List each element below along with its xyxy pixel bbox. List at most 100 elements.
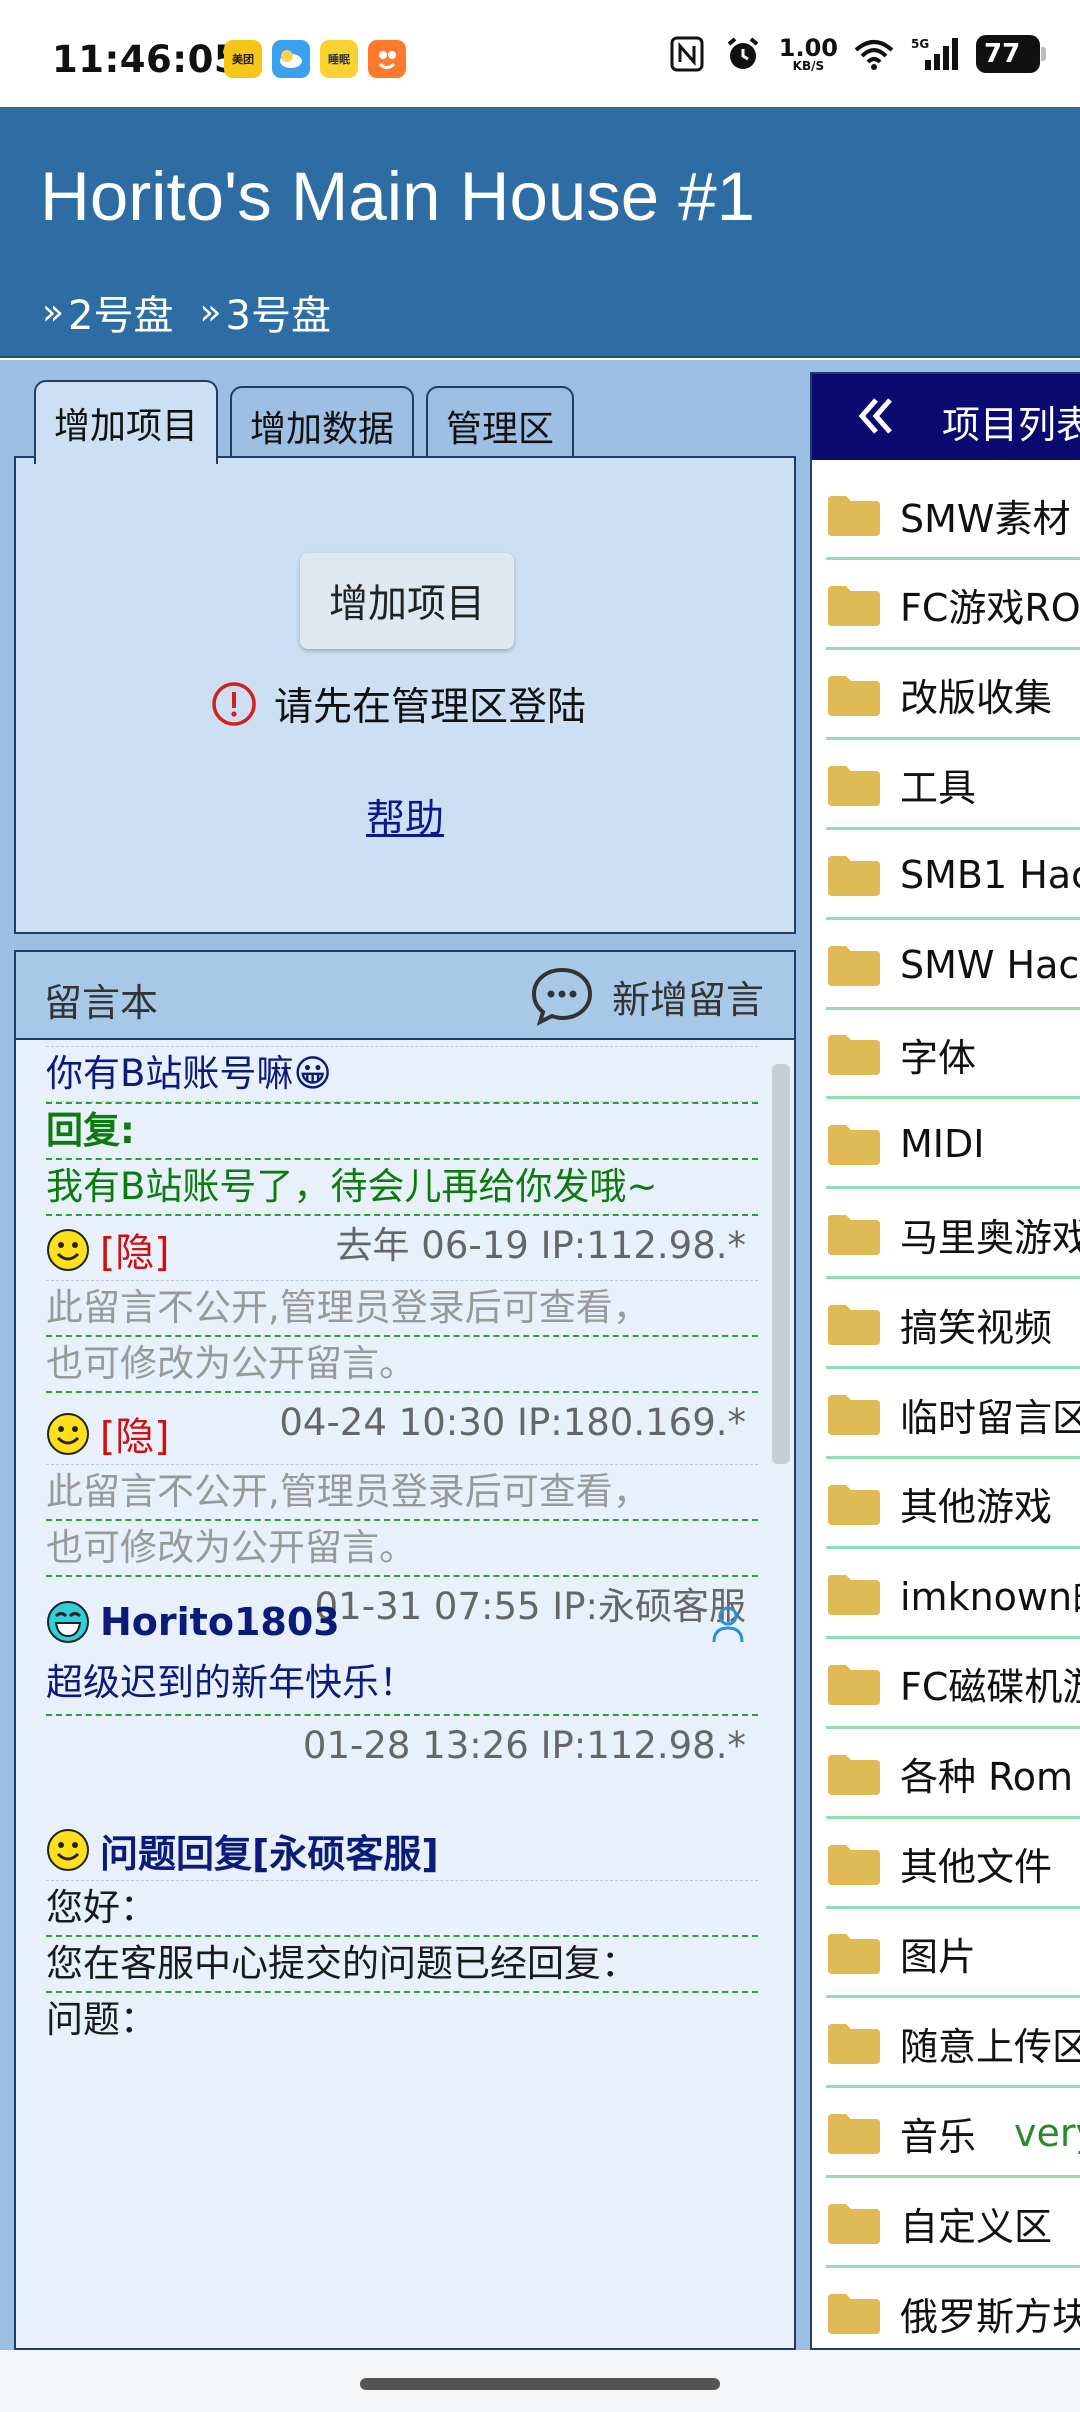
project-list-item[interactable]: imknown的: [826, 1549, 1080, 1639]
project-list-item[interactable]: 其他文件: [826, 1819, 1080, 1909]
project-item-tag: very: [1014, 2111, 1080, 2156]
folder-icon: [828, 1664, 880, 1705]
project-item-label: 自定义区: [900, 2204, 1053, 2249]
collapse-chevrons-icon[interactable]: [854, 394, 898, 438]
home-indicator[interactable]: [360, 2378, 720, 2390]
project-list-item[interactable]: MIDI: [826, 1099, 1080, 1190]
message-text: 此留言不公开,管理员登录后可查看，: [46, 1464, 758, 1521]
project-item-label: SMW Hac: [900, 942, 1080, 987]
folder-icon: [828, 1934, 880, 1975]
message-text: 也可修改为公开留言。: [46, 1521, 758, 1577]
tab-bar: 增加项目 增加数据 管理区: [34, 380, 575, 464]
folder-icon: [828, 1125, 880, 1166]
project-item-label: 马里奥游戏: [900, 1215, 1080, 1260]
project-list-item[interactable]: FC磁碟机游: [826, 1639, 1080, 1729]
message-text: 您好：: [46, 1880, 758, 1937]
project-item-label: 随意上传区: [900, 2024, 1080, 2069]
project-list-item[interactable]: 音乐 very: [826, 2088, 1080, 2179]
folder-icon: [828, 945, 880, 986]
tab-admin[interactable]: 管理区: [426, 386, 575, 463]
project-list-item[interactable]: 其他游戏: [826, 1459, 1080, 1549]
project-item-label: 改版收集: [900, 676, 1053, 721]
project-item-label: MIDI: [900, 1122, 985, 1167]
message-text: 此留言不公开,管理员登录后可查看，: [46, 1280, 758, 1337]
smiley-icon: [47, 1413, 89, 1455]
project-list-item[interactable]: 各种 Rom: [826, 1729, 1080, 1819]
project-list-item[interactable]: FC游戏RO: [826, 560, 1080, 650]
project-item-label: imknown的: [900, 1575, 1080, 1620]
chat-bubble-icon: [531, 967, 592, 1026]
message-item: Horito1803 超级迟到的新年快乐！ 01-28 13:26 IP:112…: [46, 1592, 758, 1776]
folder-icon: [828, 855, 880, 896]
author-name: 问题回复[永硕客服]: [100, 1831, 439, 1876]
folder-icon: [828, 675, 880, 716]
breadcrumb-item-disk3[interactable]: » 3号盘: [199, 283, 330, 341]
message-header: [隐]: [46, 1404, 758, 1464]
project-list-item[interactable]: 俄罗斯方块: [826, 2268, 1080, 2348]
cell-signal-icon: 5G: [910, 34, 960, 74]
user-icon[interactable]: [710, 1604, 746, 1644]
folder-icon: [828, 1035, 880, 1076]
project-list-item[interactable]: SMW素材: [826, 470, 1080, 560]
project-list-item[interactable]: 字体: [826, 1009, 1080, 1100]
message-meta: 01-28 13:26 IP:112.98.*: [302, 1724, 746, 1767]
laughing-face-icon: [47, 1601, 89, 1643]
status-indicators: 1.00 KB/S 5G 77: [667, 34, 1046, 74]
project-item-label: SMB1 Hac: [900, 852, 1080, 897]
add-project-button[interactable]: 增加项目: [300, 553, 514, 649]
site-title: Horito's Main House #1: [40, 158, 755, 235]
help-link[interactable]: 帮助: [366, 788, 444, 844]
project-list-item[interactable]: 搞笑视频: [826, 1279, 1080, 1370]
breadcrumb-item-disk2[interactable]: » 2号盘: [42, 283, 173, 341]
main-area: 增加项目 增加数据 管理区 增加项目 请先在管理区登陆 帮助 留言本 新增留言 …: [0, 360, 1080, 2350]
project-list-item[interactable]: 自定义区: [826, 2178, 1080, 2269]
folder-icon: [828, 2024, 880, 2065]
new-message-button[interactable]: 新增留言: [530, 966, 764, 1026]
folder-icon: [828, 585, 880, 626]
project-item-label: 各种 Rom: [900, 1755, 1074, 1800]
folder-icon: [828, 1215, 880, 1256]
status-time: 11:46:05: [52, 38, 241, 81]
project-list-item[interactable]: SMB1 Hac: [826, 830, 1080, 920]
project-item-label: 其他文件: [900, 1845, 1053, 1889]
project-list: 项目列表 SMW素材 FC游戏RO 改版收集 工具 SMB1 Hac SMW Hac 字体 M…: [810, 372, 1080, 2350]
smiley-icon: [47, 1829, 89, 1871]
project-item-label: 俄罗斯方块: [900, 2294, 1080, 2339]
tab-add-project[interactable]: 增加项目: [34, 380, 219, 464]
tab-add-data[interactable]: 增加数据: [230, 386, 415, 463]
project-list-item[interactable]: 改版收集: [826, 650, 1080, 740]
message-header: [隐]: [46, 1220, 758, 1280]
project-item-label: SMW素材: [900, 496, 1071, 541]
nfc-icon: [667, 34, 707, 74]
project-list-item[interactable]: 图片: [826, 1908, 1080, 1999]
guestbook-messages[interactable]: 你有B站账号嘛😀 回复: 我有B站账号了，待会儿再给你发哦~ 去年 06-19 …: [16, 1042, 794, 2348]
meituan-app-icon: 美团: [224, 40, 262, 78]
reply-label: 回复:: [46, 1102, 758, 1160]
project-list-item[interactable]: 工具: [826, 740, 1080, 830]
project-list-item[interactable]: 随意上传区: [826, 1998, 1080, 2089]
folder-icon: [828, 1305, 880, 1346]
folder-icon: [828, 1395, 880, 1435]
warning-text: 请先在管理区登陆: [274, 685, 587, 730]
project-item-label: FC磁碟机游: [900, 1665, 1080, 1710]
weather-app-icon: [272, 40, 310, 78]
add-project-panel: 增加项目 请先在管理区登陆 帮助: [14, 456, 796, 934]
folder-icon: [828, 1754, 880, 1795]
project-item-label: FC游戏RO: [900, 586, 1080, 631]
message-header: Horito1803: [46, 1592, 758, 1652]
message-text: 也可修改为公开留言。: [46, 1337, 758, 1393]
project-list-item[interactable]: SMW Hac: [826, 920, 1080, 1010]
battery-indicator: 77: [976, 35, 1046, 73]
project-item-label: 临时留言区: [900, 1395, 1080, 1440]
project-item-label: 其他游戏: [900, 1485, 1053, 1530]
project-list-item[interactable]: 临时留言区: [826, 1369, 1080, 1459]
login-warning: 请先在管理区登陆: [210, 676, 586, 732]
project-list-item[interactable]: 马里奥游戏: [826, 1189, 1080, 1280]
smiley-icon: [47, 1229, 89, 1271]
scrollbar[interactable]: [772, 1064, 790, 1464]
new-message-label: 新增留言: [611, 977, 764, 1022]
project-item-label: 字体: [900, 1035, 977, 1080]
message-text: 你有B站账号嘛😀: [46, 1046, 758, 1102]
status-bar: 11:46:05 美团 睡眠 1.00 KB/S 5G 77: [0, 0, 1080, 107]
message-text: 超级迟到的新年快乐！: [46, 1652, 758, 1716]
